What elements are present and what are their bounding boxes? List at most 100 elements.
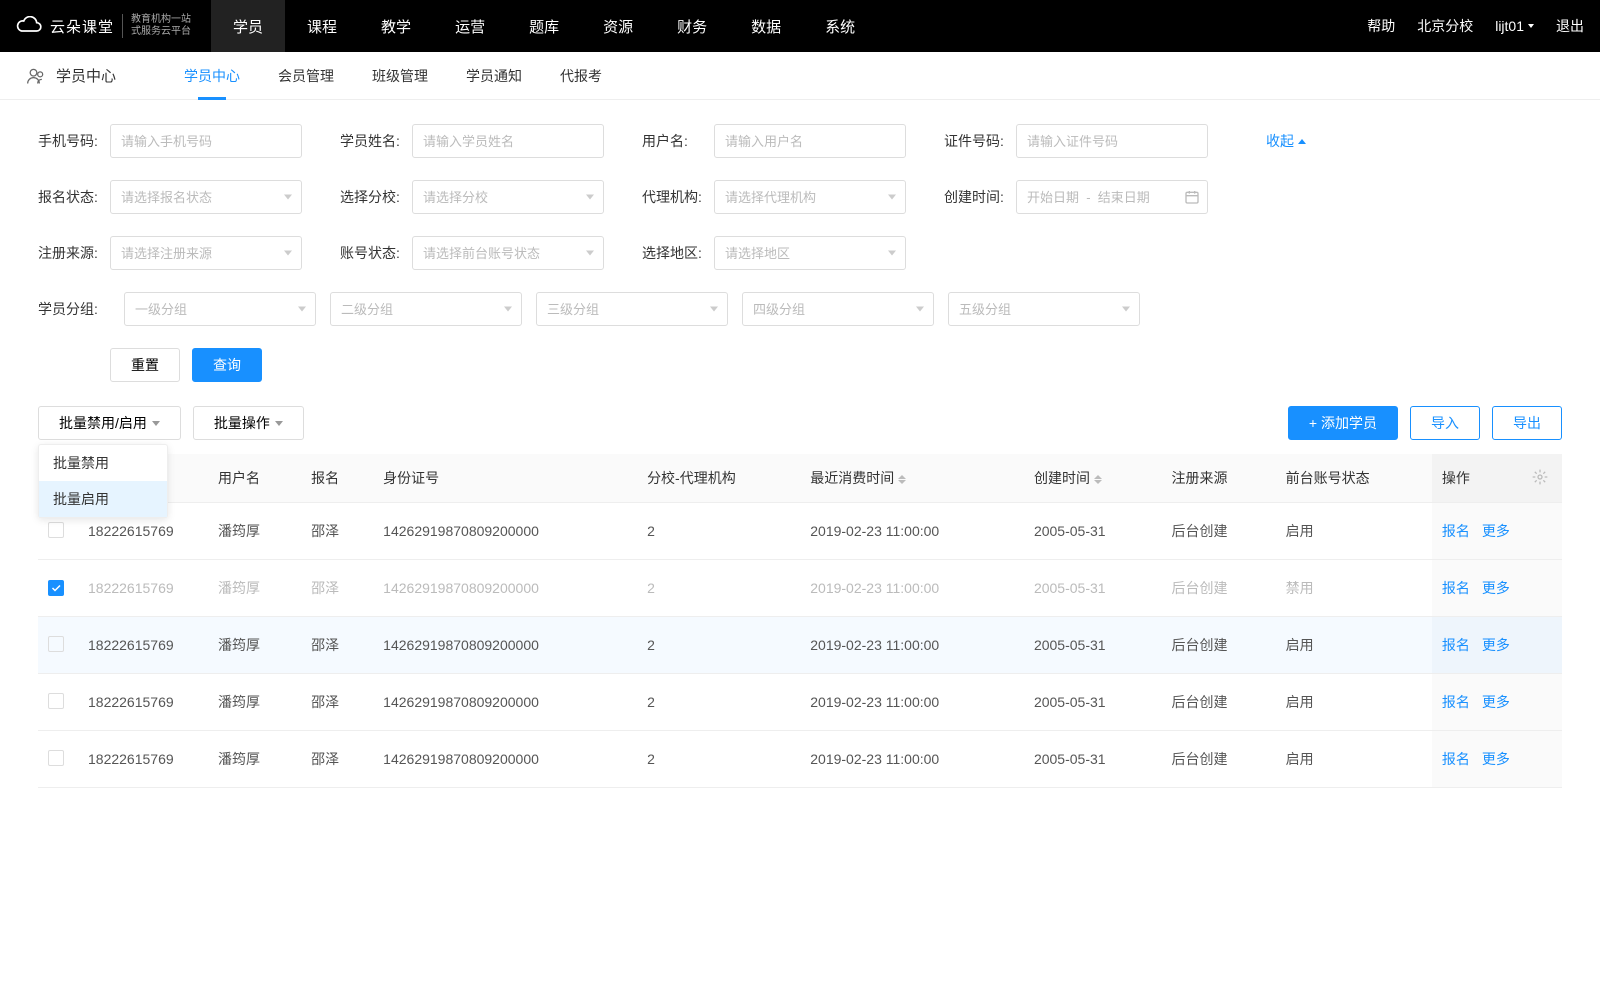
- enroll-link[interactable]: 报名: [1442, 694, 1470, 710]
- top-nav: 云朵课堂 教育机构一站 式服务云平台 学员课程教学运营题库资源财务数据系统 帮助…: [0, 0, 1600, 52]
- main-menu-item[interactable]: 题库: [507, 0, 581, 52]
- filters: 手机号码: 学员姓名: 用户名: 证件号码: 收起 报名状态: 选择分校: 代理…: [0, 100, 1600, 382]
- cell-enroll: 邵泽: [301, 731, 373, 788]
- more-link[interactable]: 更多: [1482, 580, 1510, 596]
- cell-acctstatus: 启用: [1276, 731, 1432, 788]
- import-button[interactable]: 导入: [1410, 406, 1480, 440]
- main-menu-item[interactable]: 运营: [433, 0, 507, 52]
- students-table: 用户名 报名 身份证号 分校-代理机构 最近消费时间 创建时间 注册来源 前台账…: [38, 454, 1562, 788]
- more-link[interactable]: 更多: [1482, 694, 1510, 710]
- group4-select[interactable]: [742, 292, 934, 326]
- group1-select[interactable]: [124, 292, 316, 326]
- cell-acctstatus: 禁用: [1276, 560, 1432, 617]
- col-lastcons[interactable]: 最近消费时间: [800, 454, 1024, 503]
- main-menu-item[interactable]: 系统: [803, 0, 877, 52]
- batch-disable-item[interactable]: 批量禁用: [39, 445, 167, 481]
- cell-lastcons: 2019-02-23 11:00:00: [800, 674, 1024, 731]
- username-input[interactable]: [714, 124, 906, 158]
- more-link[interactable]: 更多: [1482, 637, 1510, 653]
- col-enroll: 报名: [301, 454, 373, 503]
- logout-link[interactable]: 退出: [1556, 16, 1584, 36]
- sub-nav-item[interactable]: 学员通知: [466, 52, 522, 100]
- cell-acctstatus: 启用: [1276, 674, 1432, 731]
- enroll-link[interactable]: 报名: [1442, 637, 1470, 653]
- collapse-button[interactable]: 收起: [1266, 131, 1306, 151]
- filter-agency: 代理机构:: [642, 180, 906, 214]
- create-date-picker[interactable]: [1016, 180, 1208, 214]
- sub-nav-item[interactable]: 班级管理: [372, 52, 428, 100]
- main-menu-item[interactable]: 财务: [655, 0, 729, 52]
- row-checkbox[interactable]: [48, 580, 64, 596]
- help-link[interactable]: 帮助: [1367, 16, 1395, 36]
- cell-regsrc: 后台创建: [1162, 503, 1276, 560]
- export-button[interactable]: 导出: [1492, 406, 1562, 440]
- enroll-link[interactable]: 报名: [1442, 523, 1470, 539]
- main-menu-item[interactable]: 数据: [729, 0, 803, 52]
- col-createtime[interactable]: 创建时间: [1024, 454, 1162, 503]
- main-menu-item[interactable]: 课程: [285, 0, 359, 52]
- group2-select[interactable]: [330, 292, 522, 326]
- group3-select[interactable]: [536, 292, 728, 326]
- name-input[interactable]: [412, 124, 604, 158]
- main-menu: 学员课程教学运营题库资源财务数据系统: [211, 0, 1367, 52]
- cell-branch: 2: [637, 560, 800, 617]
- more-link[interactable]: 更多: [1482, 751, 1510, 767]
- batch-toggle-button[interactable]: 批量禁用/启用: [38, 406, 181, 440]
- idno-input[interactable]: [1016, 124, 1208, 158]
- reset-button[interactable]: 重置: [110, 348, 180, 382]
- sub-nav-item[interactable]: 会员管理: [278, 52, 334, 100]
- col-ops: 操作: [1432, 454, 1522, 503]
- cell-ops: 报名更多: [1432, 617, 1562, 674]
- group5-select[interactable]: [948, 292, 1140, 326]
- cell-idno: 14262919870809200000: [373, 560, 637, 617]
- cell-username: 潘筠厚: [208, 731, 301, 788]
- sub-nav-item[interactable]: 代报考: [560, 52, 602, 100]
- main-menu-item[interactable]: 学员: [211, 0, 285, 52]
- row-checkbox[interactable]: [48, 693, 64, 709]
- table-row: 18222615769 潘筠厚 邵泽 14262919870809200000 …: [38, 503, 1562, 560]
- cell-regsrc: 后台创建: [1162, 674, 1276, 731]
- cell-ops: 报名更多: [1432, 674, 1562, 731]
- enroll-link[interactable]: 报名: [1442, 751, 1470, 767]
- main-menu-item[interactable]: 教学: [359, 0, 433, 52]
- filter-branch: 选择分校:: [340, 180, 604, 214]
- more-link[interactable]: 更多: [1482, 523, 1510, 539]
- cell-lastcons: 2019-02-23 11:00:00: [800, 617, 1024, 674]
- row-checkbox[interactable]: [48, 750, 64, 766]
- user-menu[interactable]: lijt01: [1495, 18, 1534, 34]
- cell-phone: 18222615769: [78, 617, 208, 674]
- phone-input[interactable]: [110, 124, 302, 158]
- cell-regsrc: 后台创建: [1162, 731, 1276, 788]
- cell-lastcons: 2019-02-23 11:00:00: [800, 731, 1024, 788]
- add-student-button[interactable]: + 添加学员: [1288, 406, 1398, 440]
- chevron-down-icon: [275, 421, 283, 426]
- enroll-link[interactable]: 报名: [1442, 580, 1470, 596]
- enroll-select[interactable]: [110, 180, 302, 214]
- filter-idno: 证件号码:: [944, 124, 1208, 158]
- cell-acctstatus: 启用: [1276, 503, 1432, 560]
- query-button[interactable]: 查询: [192, 348, 262, 382]
- row-checkbox[interactable]: [48, 636, 64, 652]
- region-select[interactable]: [714, 236, 906, 270]
- branch-select[interactable]: [412, 180, 604, 214]
- user-icon: [26, 66, 46, 86]
- cell-idno: 14262919870809200000: [373, 674, 637, 731]
- sub-nav: 学员中心 学员中心会员管理班级管理学员通知代报考: [0, 52, 1600, 100]
- cell-branch: 2: [637, 731, 800, 788]
- row-checkbox[interactable]: [48, 522, 64, 538]
- cell-regsrc: 后台创建: [1162, 560, 1276, 617]
- cell-username: 潘筠厚: [208, 560, 301, 617]
- gear-icon[interactable]: [1532, 469, 1548, 485]
- sub-nav-item[interactable]: 学员中心: [184, 52, 240, 100]
- cell-enroll: 邵泽: [301, 503, 373, 560]
- batch-ops-button[interactable]: 批量操作: [193, 406, 304, 440]
- agency-select[interactable]: [714, 180, 906, 214]
- batch-enable-item[interactable]: 批量启用: [39, 481, 167, 517]
- branch-link[interactable]: 北京分校: [1417, 16, 1473, 36]
- main-menu-item[interactable]: 资源: [581, 0, 655, 52]
- logo-subtitle: 教育机构一站 式服务云平台: [131, 14, 191, 38]
- sort-icon: [898, 475, 906, 484]
- acctstatus-select[interactable]: [412, 236, 604, 270]
- regsrc-select[interactable]: [110, 236, 302, 270]
- caret-down-icon: [1528, 24, 1534, 28]
